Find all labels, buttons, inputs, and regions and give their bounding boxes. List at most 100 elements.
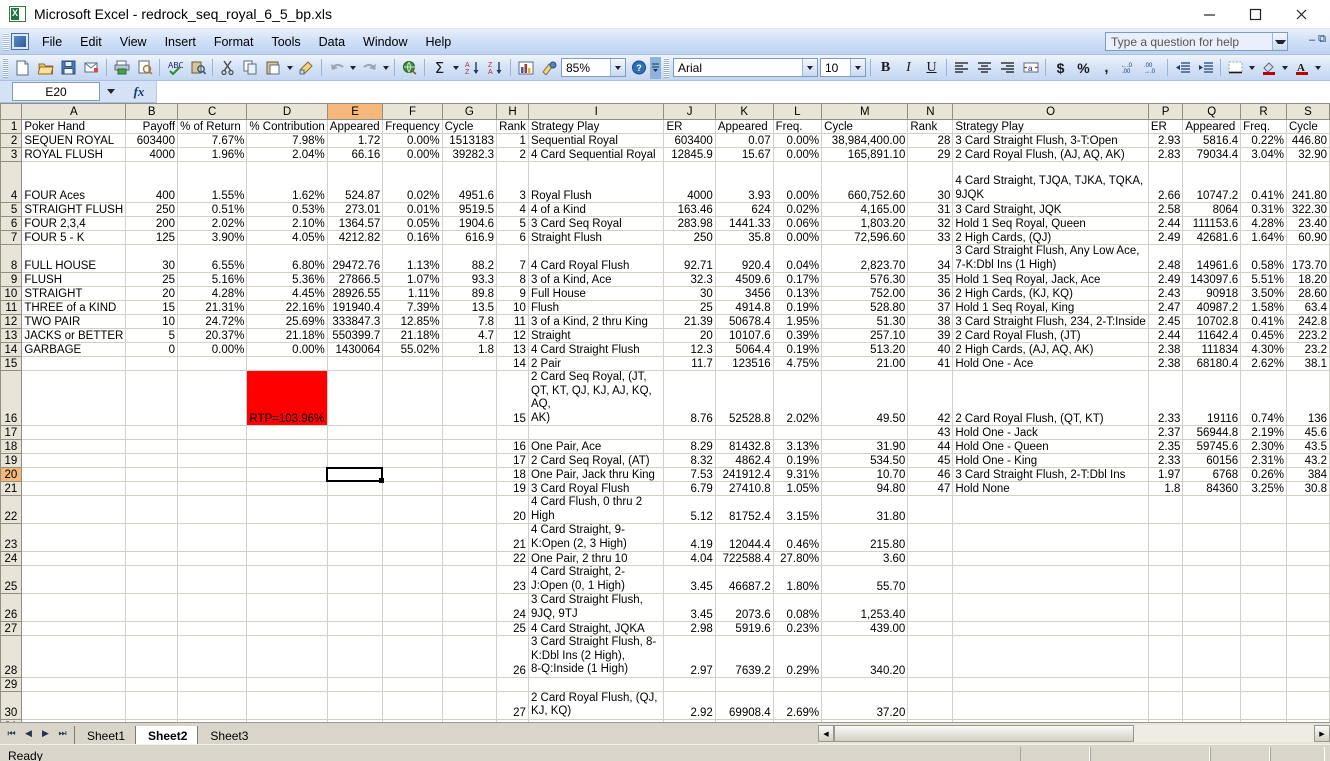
cell-P7[interactable]: 2.49 — [1148, 230, 1184, 245]
cell-I24[interactable]: One Pair, 2 thru 10 — [528, 551, 665, 566]
cell-I29[interactable] — [528, 677, 665, 692]
cell-P9[interactable]: 2.49 — [1148, 272, 1184, 287]
cell-M10[interactable]: 752.00 — [821, 286, 909, 301]
column-header-R[interactable]: R — [1240, 103, 1287, 120]
row-header-17[interactable]: 17 — [0, 425, 23, 440]
cell-B9[interactable]: 25 — [125, 272, 179, 287]
cell-M9[interactable]: 576.30 — [821, 272, 909, 287]
cell-P19[interactable]: 2.33 — [1148, 453, 1184, 468]
cell-N22[interactable] — [907, 495, 954, 524]
horizontal-scroll-thumb[interactable] — [834, 725, 1134, 742]
cell-R10[interactable]: 3.50% — [1240, 286, 1287, 301]
cell-C7[interactable]: 3.90% — [177, 230, 248, 245]
cell-J25[interactable]: 3.45 — [663, 565, 716, 594]
cell-S2[interactable]: 446.80 — [1286, 133, 1330, 148]
cell-M27[interactable]: 439.00 — [821, 621, 909, 636]
cell-G22[interactable] — [442, 495, 498, 524]
cell-J19[interactable]: 8.32 — [663, 453, 716, 468]
column-header-A[interactable]: A — [21, 103, 127, 120]
cell-L25[interactable]: 1.80% — [773, 565, 823, 594]
cell-D18[interactable] — [246, 439, 328, 454]
cell-Q29[interactable] — [1182, 677, 1242, 692]
cell-K11[interactable]: 4914.8 — [715, 300, 774, 315]
cell-H27[interactable]: 25 — [496, 621, 529, 636]
cell-D19[interactable] — [246, 453, 328, 468]
cell-R15[interactable]: 2.62% — [1240, 356, 1287, 371]
cell-J28[interactable]: 2.97 — [663, 635, 716, 678]
align-left-icon[interactable] — [950, 57, 973, 79]
menu-item-help[interactable]: Help — [417, 32, 461, 52]
cell-G10[interactable]: 89.8 — [442, 286, 498, 301]
cell-I9[interactable]: 3 of a Kind, Ace — [528, 272, 665, 287]
cell-A5[interactable]: STRAIGHT FLUSH — [21, 202, 127, 217]
cell-L14[interactable]: 0.19% — [773, 342, 823, 357]
font-color-icon[interactable]: A — [1290, 57, 1313, 79]
cell-J13[interactable]: 20 — [663, 328, 716, 343]
cell-F6[interactable]: 0.05% — [382, 216, 443, 231]
cell-S4[interactable]: 241.80 — [1286, 161, 1330, 203]
cell-N5[interactable]: 31 — [907, 202, 954, 217]
column-header-H[interactable]: H — [496, 103, 529, 120]
cell-H14[interactable]: 13 — [496, 342, 529, 357]
cell-J29[interactable] — [663, 677, 716, 692]
cell-F4[interactable]: 0.02% — [382, 161, 443, 203]
cell-O20[interactable]: 3 Card Straight Flush, 2-T:Dbl Ins — [952, 467, 1149, 482]
cell-I6[interactable]: 3 Card Seq Royal — [528, 216, 665, 231]
cell-S3[interactable]: 32.90 — [1286, 147, 1330, 162]
cell-J9[interactable]: 32.3 — [663, 272, 716, 287]
cell-O6[interactable]: Hold 1 Seq Royal, Queen — [952, 216, 1149, 231]
cell-H1[interactable]: Rank — [496, 119, 529, 134]
cell-J14[interactable]: 12.3 — [663, 342, 716, 357]
cell-G30[interactable] — [442, 691, 498, 720]
cell-C22[interactable] — [177, 495, 248, 524]
cell-Q2[interactable]: 5816.4 — [1182, 133, 1242, 148]
cell-A11[interactable]: THREE of a KIND — [21, 300, 127, 315]
increase-indent-icon[interactable] — [1194, 57, 1217, 79]
cell-B18[interactable] — [125, 439, 179, 454]
row-header-5[interactable]: 5 — [0, 202, 23, 217]
cell-G28[interactable] — [442, 635, 498, 678]
toolbar-options-icon[interactable] — [650, 56, 661, 79]
autosum-icon[interactable]: Σ — [428, 57, 451, 79]
cell-N21[interactable]: 47 — [907, 481, 954, 496]
cell-H11[interactable]: 10 — [496, 300, 529, 315]
cell-H22[interactable]: 20 — [496, 495, 529, 524]
cell-D24[interactable] — [246, 551, 328, 566]
cell-G14[interactable]: 1.8 — [442, 342, 498, 357]
cell-E10[interactable]: 28926.55 — [327, 286, 384, 301]
cell-O3[interactable]: 2 Card Royal Flush, (AJ, AQ, AK) — [952, 147, 1149, 162]
cell-P20[interactable]: 1.97 — [1148, 467, 1184, 482]
column-header-K[interactable]: K — [714, 103, 774, 120]
cell-A13[interactable]: JACKS or BETTER — [21, 328, 127, 343]
cell-M4[interactable]: 660,752.60 — [821, 161, 909, 203]
cell-O11[interactable]: Hold 1 Seq Royal, King — [952, 300, 1149, 315]
cell-R29[interactable] — [1240, 677, 1287, 692]
cell-M5[interactable]: 4,165.00 — [821, 202, 909, 217]
sort-ascending-icon[interactable]: AZ — [461, 57, 484, 79]
cell-O10[interactable]: 2 High Cards, (KJ, KQ) — [952, 286, 1149, 301]
cell-G12[interactable]: 7.8 — [442, 314, 498, 329]
cell-D6[interactable]: 2.10% — [246, 216, 328, 231]
row-header-28[interactable]: 28 — [0, 635, 23, 678]
cell-P21[interactable]: 1.8 — [1148, 481, 1184, 496]
row-header-23[interactable]: 23 — [0, 523, 23, 552]
cell-P5[interactable]: 2.58 — [1148, 202, 1184, 217]
cell-N19[interactable]: 45 — [907, 453, 954, 468]
cell-A8[interactable]: FULL HOUSE — [21, 244, 127, 273]
cell-S12[interactable]: 242.8 — [1286, 314, 1330, 329]
research-icon[interactable] — [186, 57, 209, 79]
cell-J15[interactable]: 11.7 — [663, 356, 716, 371]
cell-H10[interactable]: 9 — [496, 286, 529, 301]
cell-J18[interactable]: 8.29 — [663, 439, 716, 454]
cell-A7[interactable]: FOUR 5 - K — [21, 230, 127, 245]
cell-F16[interactable] — [382, 370, 443, 426]
cell-L2[interactable]: 0.00% — [773, 133, 823, 148]
save-icon[interactable] — [57, 57, 80, 79]
cell-I26[interactable]: 3 Card Straight Flush, 9JQ, 9TJ — [528, 593, 665, 622]
cell-B5[interactable]: 250 — [125, 202, 179, 217]
cell-P13[interactable]: 2.44 — [1148, 328, 1184, 343]
cell-J1[interactable]: ER — [663, 119, 716, 134]
cell-A29[interactable] — [21, 677, 127, 692]
underline-button[interactable]: U — [920, 57, 943, 79]
cell-M18[interactable]: 31.90 — [821, 439, 909, 454]
